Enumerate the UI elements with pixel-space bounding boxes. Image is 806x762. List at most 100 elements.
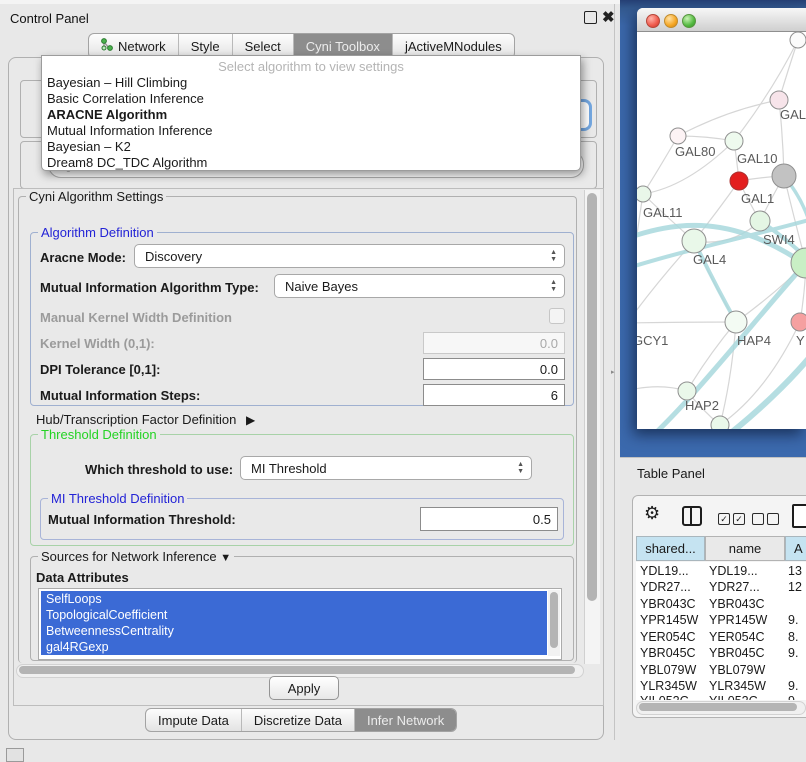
table-cell[interactable]: YBR043C xyxy=(640,597,696,611)
manual-kernel-checkbox[interactable] xyxy=(549,308,565,324)
node-label: SWI4 xyxy=(763,232,795,247)
table-cell[interactable]: YBL079W xyxy=(640,663,696,677)
tab-select-label: Select xyxy=(245,39,281,54)
node xyxy=(790,32,806,48)
table-body: YDL19... YDL19... 13 YDR27... YDR27... 1… xyxy=(636,562,806,700)
dropdown-item-aracne[interactable]: ARACNE Algorithm xyxy=(47,107,575,123)
which-threshold-combo[interactable]: MI Threshold ▲▼ xyxy=(240,456,532,480)
aracne-mode-combo[interactable]: Discovery ▲▼ xyxy=(134,244,565,268)
network-window: GAL GAL80 GAL10 GAL1 GAL11 SWI4 GAL4 GCY… xyxy=(637,8,806,428)
table-cell[interactable]: YDL19... xyxy=(640,564,689,578)
node-bottom-partial xyxy=(711,416,729,429)
export-table-icon[interactable] xyxy=(792,504,806,528)
column-header-partial[interactable]: A xyxy=(785,536,806,561)
dpi-tolerance-field[interactable]: 0.0 xyxy=(423,358,565,380)
gear-icon[interactable]: ⚙ xyxy=(644,503,660,524)
splitter-handle[interactable]: ▸ xyxy=(611,368,616,375)
table-cell[interactable]: YER054C xyxy=(640,630,696,644)
mi-steps-field[interactable]: 6 xyxy=(423,384,565,406)
node-label: GAL4 xyxy=(693,252,726,267)
float-icon[interactable] xyxy=(584,11,597,24)
network-window-titlebar[interactable] xyxy=(637,8,806,32)
settings-hscrollbar-thumb[interactable] xyxy=(19,666,575,674)
tab-jactivemnodules-label: jActiveMNodules xyxy=(405,39,502,54)
tab-discretize-data[interactable]: Discretize Data xyxy=(242,709,355,731)
table-hscrollbar-thumb[interactable] xyxy=(639,703,797,711)
kernel-width-label: Kernel Width (0,1): xyxy=(40,336,155,351)
node-label: GAL80 xyxy=(675,144,715,159)
table-cell[interactable]: YDR27... xyxy=(709,580,760,594)
node-label: GAL10 xyxy=(737,151,777,166)
node-hap4 xyxy=(725,311,747,333)
sources-group-title[interactable]: Sources for Network Inference ▼ xyxy=(38,549,234,564)
tab-infer-network[interactable]: Infer Network xyxy=(355,709,456,731)
mi-steps-label: Mutual Information Steps: xyxy=(40,388,200,403)
minimize-traffic-light-icon[interactable] xyxy=(664,14,678,28)
table-cell[interactable]: YBR045C xyxy=(709,646,765,660)
close-traffic-light-icon[interactable] xyxy=(646,14,660,28)
table-cell[interactable]: 9 xyxy=(788,694,795,700)
table-cell[interactable]: YPR145W xyxy=(709,613,767,627)
list-item-gal4rgexp[interactable]: gal4RGexp xyxy=(41,639,547,655)
kernel-width-field[interactable]: 0.0 xyxy=(423,332,565,354)
table-cell[interactable]: 8. xyxy=(788,630,798,644)
dropdown-item-dream8[interactable]: Dream8 DC_TDC Algorithm xyxy=(47,155,575,171)
dpi-tolerance-label: DPI Tolerance [0,1]: xyxy=(40,362,160,377)
table-cell[interactable]: YBR045C xyxy=(640,646,696,660)
collapse-down-icon: ▼ xyxy=(220,552,231,564)
table-cell[interactable]: YBR043C xyxy=(709,597,765,611)
list-item-topological[interactable]: TopologicalCoefficient xyxy=(41,607,547,623)
close-icon[interactable]: ✖ xyxy=(602,8,615,26)
deselect-all-columns-icon[interactable] xyxy=(752,510,779,525)
tab-impute-data[interactable]: Impute Data xyxy=(146,709,242,731)
which-threshold-label: Which threshold to use: xyxy=(85,462,233,477)
table-cell[interactable]: YIL052C xyxy=(709,694,758,700)
column-header-shared-name[interactable]: shared... xyxy=(636,536,705,561)
network-icon xyxy=(101,38,113,54)
settings-vscrollbar-thumb[interactable] xyxy=(587,193,597,601)
zoom-traffic-light-icon[interactable] xyxy=(682,14,696,28)
table-cell[interactable]: YDL19... xyxy=(709,564,758,578)
node-swi4 xyxy=(750,211,770,231)
dropdown-item-basic-correlation[interactable]: Basic Correlation Inference xyxy=(47,91,575,107)
table-cell[interactable]: YPR145W xyxy=(640,613,698,627)
dropdown-item-bayesian-hill-climbing[interactable]: Bayesian – Hill Climbing xyxy=(47,75,575,91)
list-vscrollbar[interactable] xyxy=(548,590,560,656)
select-all-columns-icon[interactable]: ✓✓ xyxy=(718,510,745,525)
node-label: GAL1 xyxy=(741,191,774,206)
settings-vscrollbar[interactable] xyxy=(584,190,600,664)
aracne-mode-label: Aracne Mode: xyxy=(40,250,126,265)
mi-type-combo[interactable]: Naive Bayes ▲▼ xyxy=(274,274,565,298)
hub-definition-toggle[interactable]: Hub/Transcription Factor Definition ▶ xyxy=(36,412,255,427)
list-item-betweenness[interactable]: BetweennessCentrality xyxy=(41,623,547,639)
table-cell[interactable]: YER054C xyxy=(709,630,765,644)
which-threshold-value: MI Threshold xyxy=(251,461,327,476)
table-cell[interactable]: 12 xyxy=(788,580,802,594)
algorithm-definition-title: Algorithm Definition xyxy=(38,225,157,240)
node-salmon xyxy=(791,313,806,331)
table-cell[interactable]: YIL052C xyxy=(640,694,689,700)
bottom-tabs: Impute Data Discretize Data Infer Networ… xyxy=(145,708,457,732)
table-hscrollbar[interactable] xyxy=(636,701,806,715)
apply-button[interactable]: Apply xyxy=(269,676,339,700)
table-cell[interactable]: YDR27... xyxy=(640,580,691,594)
list-item-selfloops[interactable]: SelfLoops xyxy=(41,591,547,607)
dropdown-item-mutual-information[interactable]: Mutual Information Inference xyxy=(47,123,575,139)
table-cell[interactable]: 9. xyxy=(788,613,798,627)
threshold-definition-title: Threshold Definition xyxy=(38,427,160,442)
mi-threshold-field[interactable]: 0.5 xyxy=(420,507,558,531)
list-vscrollbar-thumb[interactable] xyxy=(550,592,558,648)
algorithm-dropdown-popup: Select algorithm to view settings Bayesi… xyxy=(41,55,581,171)
table-cell[interactable]: 9. xyxy=(788,646,798,660)
network-canvas[interactable]: GAL GAL80 GAL10 GAL1 GAL11 SWI4 GAL4 GCY… xyxy=(637,32,806,429)
minimized-panel-icon[interactable] xyxy=(6,748,24,762)
table-cell[interactable]: 13 xyxy=(788,564,802,578)
column-layout-icon[interactable] xyxy=(682,506,702,526)
network-graph: GAL GAL80 GAL10 GAL1 GAL11 SWI4 GAL4 GCY… xyxy=(637,32,806,429)
column-header-name[interactable]: name xyxy=(705,536,785,561)
dropdown-item-bayesian-k2[interactable]: Bayesian – K2 xyxy=(47,139,575,155)
table-cell[interactable]: YLR345W xyxy=(640,679,697,693)
table-cell[interactable]: YLR345W xyxy=(709,679,766,693)
table-cell[interactable]: 9. xyxy=(788,679,798,693)
table-cell[interactable]: YBL079W xyxy=(709,663,765,677)
